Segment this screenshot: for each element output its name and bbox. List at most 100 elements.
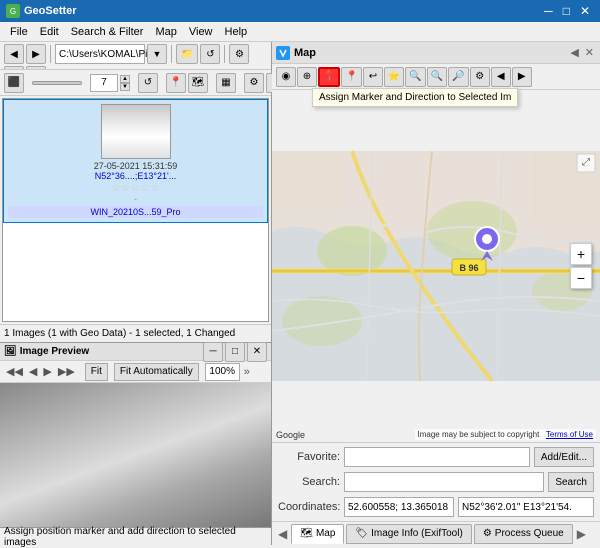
file-list[interactable]: 27-05-2021 15:31:59 N52°36....;E13°21'..… — [2, 98, 269, 322]
add-edit-button[interactable]: Add/Edit... — [534, 447, 594, 467]
tab-process-queue-label: Process Queue — [495, 528, 564, 539]
preview-restore-button[interactable]: □ — [225, 342, 245, 362]
image-preview-panel: 🖼 Image Preview ─ □ ✕ ◀◀ ◀ ▶ ▶▶ Fit Fit … — [0, 342, 271, 527]
fit-auto-button[interactable]: Fit Automatically — [114, 363, 199, 381]
status-text: 1 Images (1 with Geo Data) - 1 selected,… — [4, 328, 235, 339]
separator3 — [224, 45, 225, 63]
minimize-button[interactable]: ─ — [540, 3, 557, 19]
map-tb-btn4[interactable]: 📍 — [341, 67, 361, 87]
search-row: Search: Search — [278, 471, 594, 493]
favorite-select[interactable] — [344, 447, 530, 467]
file-name[interactable]: WIN_20210S...59_Pro — [8, 206, 263, 218]
map-content[interactable]: B 96 ⤢ + − Google — [272, 90, 600, 442]
back-button[interactable]: ◀ — [4, 44, 24, 64]
tabs-left-arrow[interactable]: ◀ — [276, 527, 289, 541]
file-item[interactable]: 27-05-2021 15:31:59 N52°36....;E13°21'..… — [3, 99, 268, 223]
copyright-text: Image may be subject to copyright — [418, 430, 540, 439]
map-tb-btn1[interactable]: ◉ — [276, 67, 296, 87]
map-tb-btn12[interactable]: ▶ — [512, 67, 532, 87]
zoom-in-button[interactable]: + — [570, 243, 592, 265]
coordinates-label: Coordinates: — [278, 501, 340, 513]
search-button[interactable]: Search — [548, 472, 594, 492]
preview-close-button[interactable]: ✕ — [247, 342, 267, 362]
scroll-left-arrow[interactable]: ◀ — [568, 46, 580, 59]
zoom-out-button[interactable]: − — [570, 267, 592, 289]
bottom-status-text: Assign position marker and add direction… — [4, 526, 267, 548]
map-toolbar: ◉ ⊕ 📍 📍 ↩ ⭐ 🔍 🔍 🔎 ⚙ ◀ ▶ Assign Marker an… — [272, 64, 600, 90]
menu-file[interactable]: File — [4, 25, 34, 39]
path-box[interactable]: C:\Users\KOMAL\Pictur — [55, 44, 145, 64]
next-image-button[interactable]: ▶▶ — [56, 365, 77, 378]
tab-image-info[interactable]: 🏷 Image Info (ExifTool) — [346, 524, 471, 544]
coordinates-decimal[interactable]: 52.600558; 13.365018 — [344, 497, 454, 517]
spin-down-button[interactable]: ▼ — [120, 83, 130, 91]
maximize-button[interactable]: □ — [559, 3, 574, 19]
geo-button[interactable]: 📍 — [166, 73, 186, 93]
zoom-slider-area — [32, 81, 82, 85]
tab-map[interactable]: 🗺 Map — [291, 524, 344, 544]
zoom-slider[interactable] — [32, 81, 82, 85]
rotate-left-button[interactable]: ↺ — [138, 73, 158, 93]
menu-search-filter[interactable]: Search & Filter — [65, 25, 150, 39]
menu-help[interactable]: Help — [219, 25, 254, 39]
map-header-controls: ◀ ✕ — [568, 46, 596, 59]
close-button[interactable]: ✕ — [576, 3, 594, 19]
terms-link[interactable]: Terms of Use — [546, 430, 593, 439]
file-stars[interactable]: ☆☆☆☆☆ — [111, 181, 160, 194]
process-queue-icon: ⚙ — [483, 528, 492, 539]
scroll-right-arrow[interactable]: ✕ — [583, 46, 596, 59]
action-button1[interactable]: ⚙ — [229, 44, 249, 64]
spin-box: ▲ ▼ — [120, 75, 130, 91]
separator1 — [50, 45, 51, 63]
map-tb-btn10[interactable]: ⚙ — [470, 67, 490, 87]
menu-view[interactable]: View — [183, 25, 219, 39]
map-tb-btn8[interactable]: 🔍 — [427, 67, 447, 87]
folder-button[interactable]: 📁 — [176, 44, 198, 64]
prev-image-button[interactable]: ◀◀ — [4, 365, 25, 378]
status-bar: 1 Images (1 with Geo Data) - 1 selected,… — [0, 324, 271, 342]
menu-map[interactable]: Map — [149, 25, 182, 39]
prev-button[interactable]: ◀ — [27, 365, 39, 378]
map-tb-btn6[interactable]: ⭐ — [384, 67, 404, 87]
menu-edit[interactable]: Edit — [34, 25, 65, 39]
path-dropdown-button[interactable]: ▼ — [147, 44, 167, 64]
map-tb-btn5[interactable]: ↩ — [363, 67, 383, 87]
map-tb-btn11[interactable]: ◀ — [491, 67, 511, 87]
map-tb-btn2[interactable]: ⊕ — [297, 67, 317, 87]
search-label: Search: — [278, 476, 340, 488]
settings-button[interactable]: ⚙ — [244, 73, 264, 93]
refresh-button[interactable]: ↺ — [200, 44, 220, 64]
preview-label: Image Preview — [20, 346, 89, 357]
left-panel: ◀ ▶ C:\Users\KOMAL\Pictur ▼ 📁 ↺ ⚙ ≡ » ⬛ … — [0, 42, 272, 545]
tab-image-info-label: Image Info (ExifTool) — [371, 528, 463, 539]
preview-controls: ─ □ ✕ — [203, 342, 267, 362]
select-all-button[interactable]: ⬛ — [4, 73, 24, 93]
svg-text:B 96: B 96 — [459, 263, 478, 273]
map-tb-btn9[interactable]: 🔎 — [448, 67, 468, 87]
title-bar: G GeoSetter ─ □ ✕ — [0, 0, 600, 22]
more-options-button[interactable]: » — [242, 366, 252, 378]
tab-process-queue[interactable]: ⚙ Process Queue — [474, 524, 573, 544]
coordinates-dms[interactable]: N52°36'2.01" E13°21'54. — [458, 497, 594, 517]
file-thumbnail — [101, 104, 171, 159]
preview-minimize-button[interactable]: ─ — [203, 342, 223, 362]
assign-marker-button[interactable]: 📍 — [318, 67, 340, 87]
map-icon — [276, 46, 290, 60]
preview-image — [0, 383, 271, 527]
map-title-area: Map — [276, 46, 316, 60]
map-header: Map ◀ ✕ — [272, 42, 600, 64]
number-input[interactable]: 7 — [90, 74, 118, 92]
spin-up-button[interactable]: ▲ — [120, 75, 130, 83]
image-info-icon: 🏷 — [355, 528, 368, 539]
geo-button2[interactable]: 🗺 — [188, 73, 208, 93]
fit-button[interactable]: Fit — [85, 363, 108, 381]
search-select[interactable] — [344, 472, 544, 492]
tabs-right-arrow[interactable]: ▶ — [575, 527, 588, 541]
zoom-percent[interactable]: 100% — [205, 363, 240, 381]
forward-button[interactable]: ▶ — [26, 44, 46, 64]
coordinates-row: Coordinates: 52.600558; 13.365018 N52°36… — [278, 496, 594, 518]
next-button[interactable]: ▶ — [41, 365, 53, 378]
svg-text:⤢: ⤢ — [582, 157, 590, 168]
map-tb-btn7[interactable]: 🔍 — [405, 67, 425, 87]
grid-button[interactable]: ▦ — [216, 73, 236, 93]
